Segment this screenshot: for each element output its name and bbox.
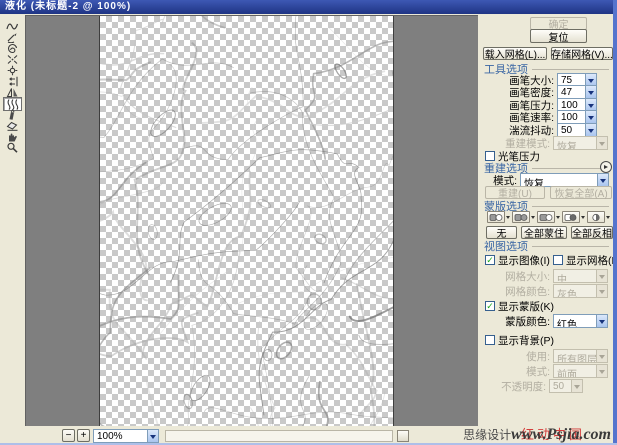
save-mesh-button[interactable]: 存储网格(V)... <box>551 47 613 61</box>
show-mask-label: 显示蒙版(K) <box>498 300 554 313</box>
add-to-selection-icon <box>514 213 528 221</box>
mask-subtract-button[interactable] <box>537 211 560 223</box>
chevron-down-icon <box>571 379 583 393</box>
mesh-color-select: 灰色 <box>553 284 608 298</box>
chevron-down-icon <box>596 136 608 150</box>
document-canvas[interactable] <box>99 16 394 427</box>
zoom-out-button[interactable]: − <box>62 429 75 442</box>
restore-all-button: 恢复全部(A) <box>550 186 612 200</box>
mirror-icon <box>6 87 18 97</box>
title-bar[interactable]: 液化 (未标题-2 @ 100%) <box>0 0 617 14</box>
backdrop-opacity-input: 50 <box>549 379 583 393</box>
smoke-image <box>100 16 393 427</box>
checkbox-box[interactable]: ✓ <box>485 301 495 311</box>
chevron-down-icon[interactable] <box>596 314 608 328</box>
zoom-level-value: 100% <box>93 429 147 443</box>
divider <box>532 205 609 207</box>
reconstruct-icon <box>7 32 17 43</box>
thaw-mask-icon <box>6 121 18 131</box>
reconstruct-options-menu-button[interactable] <box>600 161 612 173</box>
backdrop-mode-select: 前面 <box>553 364 608 378</box>
backdrop-mode-row: 模式: 前面 <box>481 364 608 378</box>
checkbox-box[interactable]: ✓ <box>485 255 495 265</box>
intersect-selection-icon <box>564 213 577 221</box>
mask-intersect-button[interactable] <box>562 211 585 223</box>
chevron-down-icon[interactable] <box>531 216 535 221</box>
mask-replace-button[interactable] <box>487 211 510 223</box>
backdrop-use-select: 所有图层 <box>553 349 608 363</box>
mesh-color-row: 网格颜色: 灰色 <box>481 284 608 298</box>
mesh-color-label: 网格颜色: <box>505 285 550 298</box>
turbulent-jitter-input[interactable]: 50 <box>557 123 597 137</box>
section-view-options: 视图选项 <box>484 240 609 253</box>
zoom-icon <box>7 142 18 153</box>
backdrop-opacity-row: 不透明度: 50 <box>481 379 583 393</box>
forward-warp-icon <box>6 23 19 29</box>
show-mesh-label: 显示网格(E) <box>566 254 617 267</box>
show-mask-checkbox[interactable]: ✓ 显示蒙版(K) <box>485 300 554 313</box>
subtract-from-selection-icon <box>539 213 553 221</box>
show-backdrop-label: 显示背景(P) <box>498 334 554 347</box>
zoom-in-button[interactable]: + <box>77 429 90 442</box>
hand-icon <box>9 133 17 141</box>
page-edge <box>613 0 617 445</box>
chevron-down-icon <box>596 364 608 378</box>
reconstruct-mode-select: 恢复 <box>553 136 608 150</box>
tool-palette <box>0 14 25 445</box>
load-mesh-button[interactable]: 载入网格(L)... <box>483 47 547 61</box>
show-backdrop-checkbox[interactable]: 显示背景(P) <box>485 334 554 347</box>
mask-invert-button[interactable] <box>587 211 610 223</box>
preview-scrollbar-thumb[interactable] <box>397 430 409 442</box>
chevron-down-icon[interactable] <box>506 216 510 221</box>
chevron-down-icon[interactable] <box>581 216 585 221</box>
mesh-size-label: 网格大小: <box>505 270 550 283</box>
bloat-icon <box>7 65 18 75</box>
show-image-label: 显示图像(I) <box>498 254 550 267</box>
backdrop-use-label: 使用: <box>526 350 550 363</box>
mask-add-button[interactable] <box>512 211 535 223</box>
preview-scrollbar-track[interactable] <box>165 430 393 442</box>
twirl-clockwise-icon <box>8 43 18 53</box>
zoom-level-select[interactable]: 100% <box>93 429 159 443</box>
mesh-size-select: 中 <box>553 269 608 283</box>
checkbox-box[interactable] <box>485 335 495 345</box>
liquify-dialog: 液化 (未标题-2 @ 100%) − + 100% 红动中国 思缘设计www.… <box>0 0 617 445</box>
reset-button[interactable]: 复位 <box>530 29 587 44</box>
mesh-size-row: 网格大小: 中 <box>481 269 608 283</box>
preview-area[interactable] <box>25 15 478 427</box>
window-title: 液化 (未标题-2 @ 100%) <box>5 1 132 12</box>
checkbox-box[interactable] <box>553 255 563 265</box>
show-mesh-checkbox[interactable]: 显示网格(E) <box>553 254 617 267</box>
invert-all-button[interactable]: 全部反相 <box>571 226 613 240</box>
pucker-icon <box>7 54 18 64</box>
chevron-down-icon[interactable] <box>147 429 159 443</box>
mask-color-row: 蒙版颜色: 红色 <box>481 314 608 328</box>
options-panel: 确定 复位 载入网格(L)... 存储网格(V)... 工具选项 画笔大小: 7… <box>481 14 617 445</box>
push-left-icon <box>9 76 18 86</box>
backdrop-mode-label: 模式: <box>526 365 550 378</box>
freeze-mask-icon <box>9 108 15 120</box>
divider <box>532 245 609 247</box>
chevron-down-icon <box>596 349 608 363</box>
chevron-down-icon[interactable] <box>585 123 597 137</box>
chevron-down-icon <box>596 269 608 283</box>
backdrop-opacity-label: 不透明度: <box>501 380 546 393</box>
mask-color-label: 蒙版颜色: <box>505 315 550 328</box>
replace-selection-icon <box>489 213 503 221</box>
chevron-down-icon[interactable] <box>585 110 597 124</box>
invert-selection-icon <box>592 213 600 221</box>
divider <box>532 68 609 70</box>
backdrop-use-row: 使用: 所有图层 <box>481 349 608 363</box>
divider <box>532 167 609 169</box>
chevron-down-icon[interactable] <box>556 216 560 221</box>
chevron-down-icon[interactable] <box>606 216 610 221</box>
tool-zoom-button[interactable] <box>4 141 21 153</box>
chevron-down-icon <box>596 284 608 298</box>
chevron-down-icon[interactable] <box>585 85 597 99</box>
mask-color-select[interactable]: 红色 <box>553 314 608 328</box>
brush-density-input[interactable]: 47 <box>557 85 597 99</box>
brush-rate-input[interactable]: 100 <box>557 110 597 124</box>
show-image-checkbox[interactable]: ✓ 显示图像(I) <box>485 254 550 267</box>
